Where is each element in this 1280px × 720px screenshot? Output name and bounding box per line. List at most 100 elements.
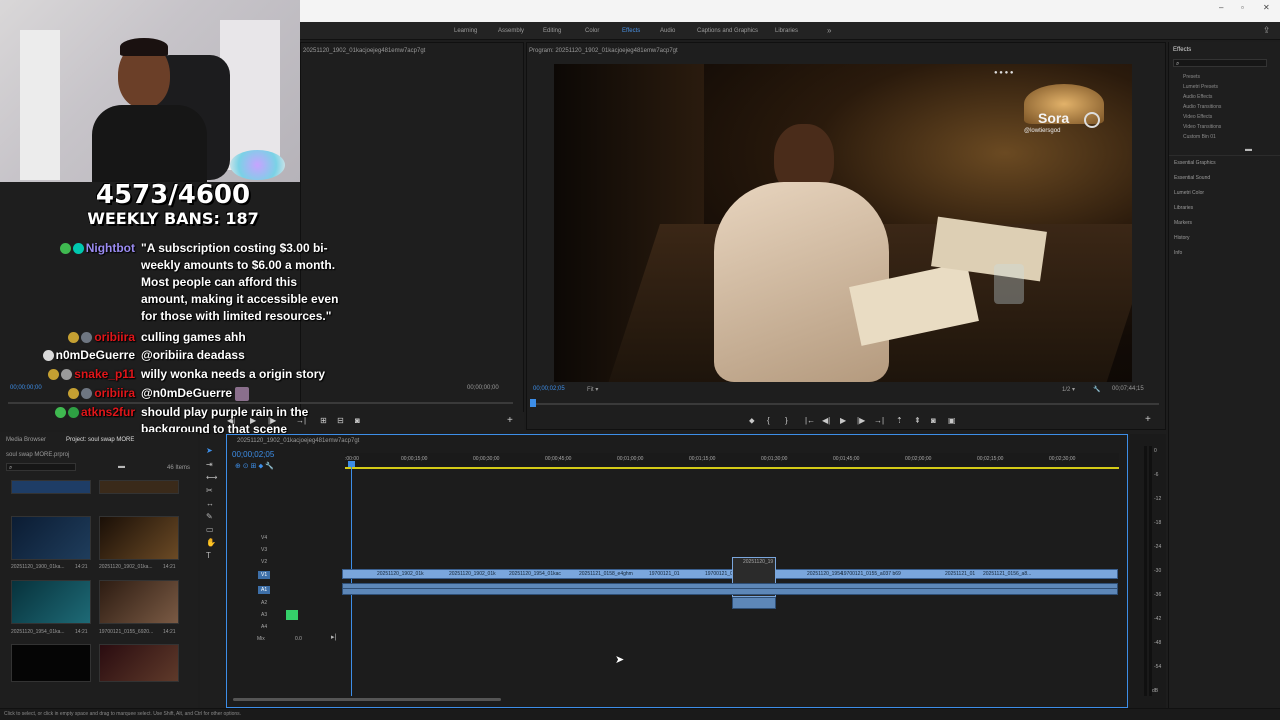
- track-label-v1: V1: [261, 572, 268, 578]
- slip-tool-icon[interactable]: ↔: [206, 499, 214, 508]
- minimize-icon[interactable]: –: [1219, 3, 1223, 12]
- workspace-captions-graphics[interactable]: Captions and Graphics: [697, 28, 758, 34]
- workspace-libraries[interactable]: Libraries: [775, 28, 798, 34]
- mark-in-icon[interactable]: {: [767, 416, 770, 425]
- maximize-icon[interactable]: ▫: [1241, 3, 1244, 12]
- extract-icon[interactable]: ⇞: [914, 416, 921, 425]
- play-button-icon[interactable]: ▶: [840, 416, 846, 425]
- program-playhead[interactable]: [530, 399, 536, 407]
- export-frame-icon[interactable]: ◙: [931, 416, 936, 425]
- meter-tick: 0: [1154, 448, 1157, 454]
- source-monitor-tab[interactable]: 20251120_1902_01kacjoejeg481emw7acp7gt: [303, 48, 425, 54]
- chat-message: snake_p11 willy wonka needs a origin sto…: [0, 366, 340, 383]
- status-text: Click to select, or click in empty space…: [4, 711, 242, 717]
- timeline-timecode[interactable]: 00;00;02;05: [232, 450, 274, 459]
- workspace-editing[interactable]: Editing: [543, 28, 561, 34]
- clip-thumbnail[interactable]: [11, 480, 91, 494]
- tab-media-browser[interactable]: Media Browser: [6, 437, 46, 443]
- effects-tree-item[interactable]: Presets: [1183, 74, 1200, 80]
- clip-thumbnail[interactable]: [11, 516, 91, 560]
- workspace-color[interactable]: Color: [585, 28, 599, 34]
- close-icon[interactable]: ✕: [1263, 3, 1270, 12]
- clip-thumbnail[interactable]: [99, 644, 179, 682]
- selection-tool-icon[interactable]: ➤: [206, 446, 213, 455]
- fit-dropdown[interactable]: Fit ▾: [587, 386, 598, 393]
- mix-value[interactable]: 0.0: [295, 636, 302, 642]
- effects-panel: Effects ⌕ Presets Lumetri Presets Audio …: [1168, 42, 1280, 708]
- pen-tool-icon[interactable]: ✎: [206, 512, 213, 521]
- clip-thumbnail[interactable]: [11, 580, 91, 624]
- add-button-icon[interactable]: +: [1145, 414, 1151, 425]
- workspace-effects[interactable]: Effects: [622, 28, 640, 34]
- markers-tab[interactable]: Markers: [1174, 220, 1192, 226]
- program-timecode[interactable]: 00;00;02;05: [533, 386, 565, 392]
- rectangle-tool-icon[interactable]: ▭: [206, 525, 214, 534]
- go-to-out-icon[interactable]: →|: [874, 416, 884, 425]
- type-tool-icon[interactable]: T: [206, 551, 211, 560]
- essential-sound-tab[interactable]: Essential Sound: [1174, 175, 1210, 181]
- effects-tree-item[interactable]: Video Transitions: [1183, 124, 1221, 130]
- chat-username: oribiira: [0, 329, 135, 346]
- share-icon[interactable]: ⇪: [1263, 25, 1271, 36]
- playhead-handle[interactable]: [348, 461, 355, 467]
- ripple-edit-icon[interactable]: ⟷: [206, 473, 217, 482]
- workspaces-bar: Learning Assembly Editing Color Effects …: [300, 22, 1280, 40]
- new-bin-icon[interactable]: ▬: [1245, 146, 1252, 153]
- effects-tree-item[interactable]: Audio Transitions: [1183, 104, 1221, 110]
- time-ruler[interactable]: :00:00 00;00;15;00 00;00;30;00 00;00;45;…: [345, 453, 1119, 469]
- razor-tool-icon[interactable]: ✂: [206, 486, 213, 495]
- program-monitor-title[interactable]: Program: 20251120_1902_01kacjoejeg481emw…: [529, 48, 678, 54]
- clip-thumbnail[interactable]: [99, 580, 179, 624]
- add-button-icon[interactable]: +: [507, 415, 513, 426]
- a1-audio-strip[interactable]: [342, 583, 1118, 595]
- track-label-a3: A3: [261, 612, 268, 618]
- lumetri-color-tab[interactable]: Lumetri Color: [1174, 190, 1204, 196]
- clip-thumbnail[interactable]: [99, 480, 179, 494]
- essential-graphics-tab[interactable]: Essential Graphics: [1174, 160, 1216, 166]
- resolution-dropdown[interactable]: 1/2 ▾: [1062, 386, 1075, 393]
- camera-icon[interactable]: ◙: [355, 416, 360, 425]
- go-to-in-icon[interactable]: |←: [805, 416, 815, 425]
- more-workspaces-icon[interactable]: »: [827, 26, 831, 35]
- hand-tool-icon[interactable]: ✋: [206, 538, 216, 547]
- workspace-audio[interactable]: Audio: [660, 28, 675, 34]
- step-forward-icon[interactable]: |▶: [857, 416, 865, 425]
- comparison-view-icon[interactable]: ▣: [948, 416, 956, 425]
- history-tab[interactable]: History: [1174, 235, 1190, 241]
- tab-project[interactable]: Project: soul swap MORE: [66, 437, 134, 443]
- effects-tree-item[interactable]: Video Effects: [1183, 114, 1212, 120]
- effects-tree-item[interactable]: Custom Bin 01: [1183, 134, 1216, 140]
- ruler-tick: 00;00;45;00: [545, 456, 572, 462]
- add-marker-icon[interactable]: ⬥: [749, 416, 755, 426]
- ruler-tick: 00;02;30;00: [1049, 456, 1076, 462]
- lift-icon[interactable]: ⇡: [896, 416, 903, 425]
- meter-tick: -18: [1154, 520, 1162, 526]
- effects-tree-item[interactable]: Lumetri Presets: [1183, 84, 1218, 90]
- new-bin-icon[interactable]: ▬: [118, 463, 125, 470]
- step-back-icon[interactable]: ◀|: [822, 416, 830, 425]
- info-tab[interactable]: Info: [1174, 250, 1182, 256]
- wrench-icon[interactable]: 🔧: [1093, 386, 1100, 393]
- verified-badge-icon: [54, 407, 66, 419]
- solo-button-a3[interactable]: [286, 610, 298, 620]
- a2-audio-clip[interactable]: [732, 597, 776, 609]
- clip-name: 19700121_0155_6920...: [99, 629, 154, 635]
- timeline-scrollbar[interactable]: [233, 698, 501, 701]
- go-to-end-icon[interactable]: ▸|: [331, 633, 336, 641]
- sequence-tab[interactable]: 20251120_1902_01kacjoejeg481emw7acp7gt: [237, 438, 359, 444]
- clip-thumbnail[interactable]: [99, 516, 179, 560]
- workspace-learning[interactable]: Learning: [454, 28, 477, 34]
- track-select-icon[interactable]: ⇥: [206, 460, 213, 469]
- libraries-tab[interactable]: Libraries: [1174, 205, 1193, 211]
- effects-search-input[interactable]: ⌕: [1173, 59, 1267, 67]
- meter-tick: -54: [1154, 664, 1162, 670]
- snap-icon[interactable]: ⊕ ⊙ ⊞ ⬥ 🔧: [235, 462, 274, 471]
- bits-badge-icon: [81, 388, 93, 400]
- mark-out-icon[interactable]: }: [785, 416, 788, 425]
- project-search-input[interactable]: ⌕: [6, 463, 76, 471]
- program-scrubber[interactable]: [533, 403, 1159, 405]
- workspace-assembly[interactable]: Assembly: [498, 28, 524, 34]
- work-area-bar[interactable]: [345, 467, 1119, 469]
- effects-tree-item[interactable]: Audio Effects: [1183, 94, 1212, 100]
- clip-thumbnail[interactable]: [11, 644, 91, 682]
